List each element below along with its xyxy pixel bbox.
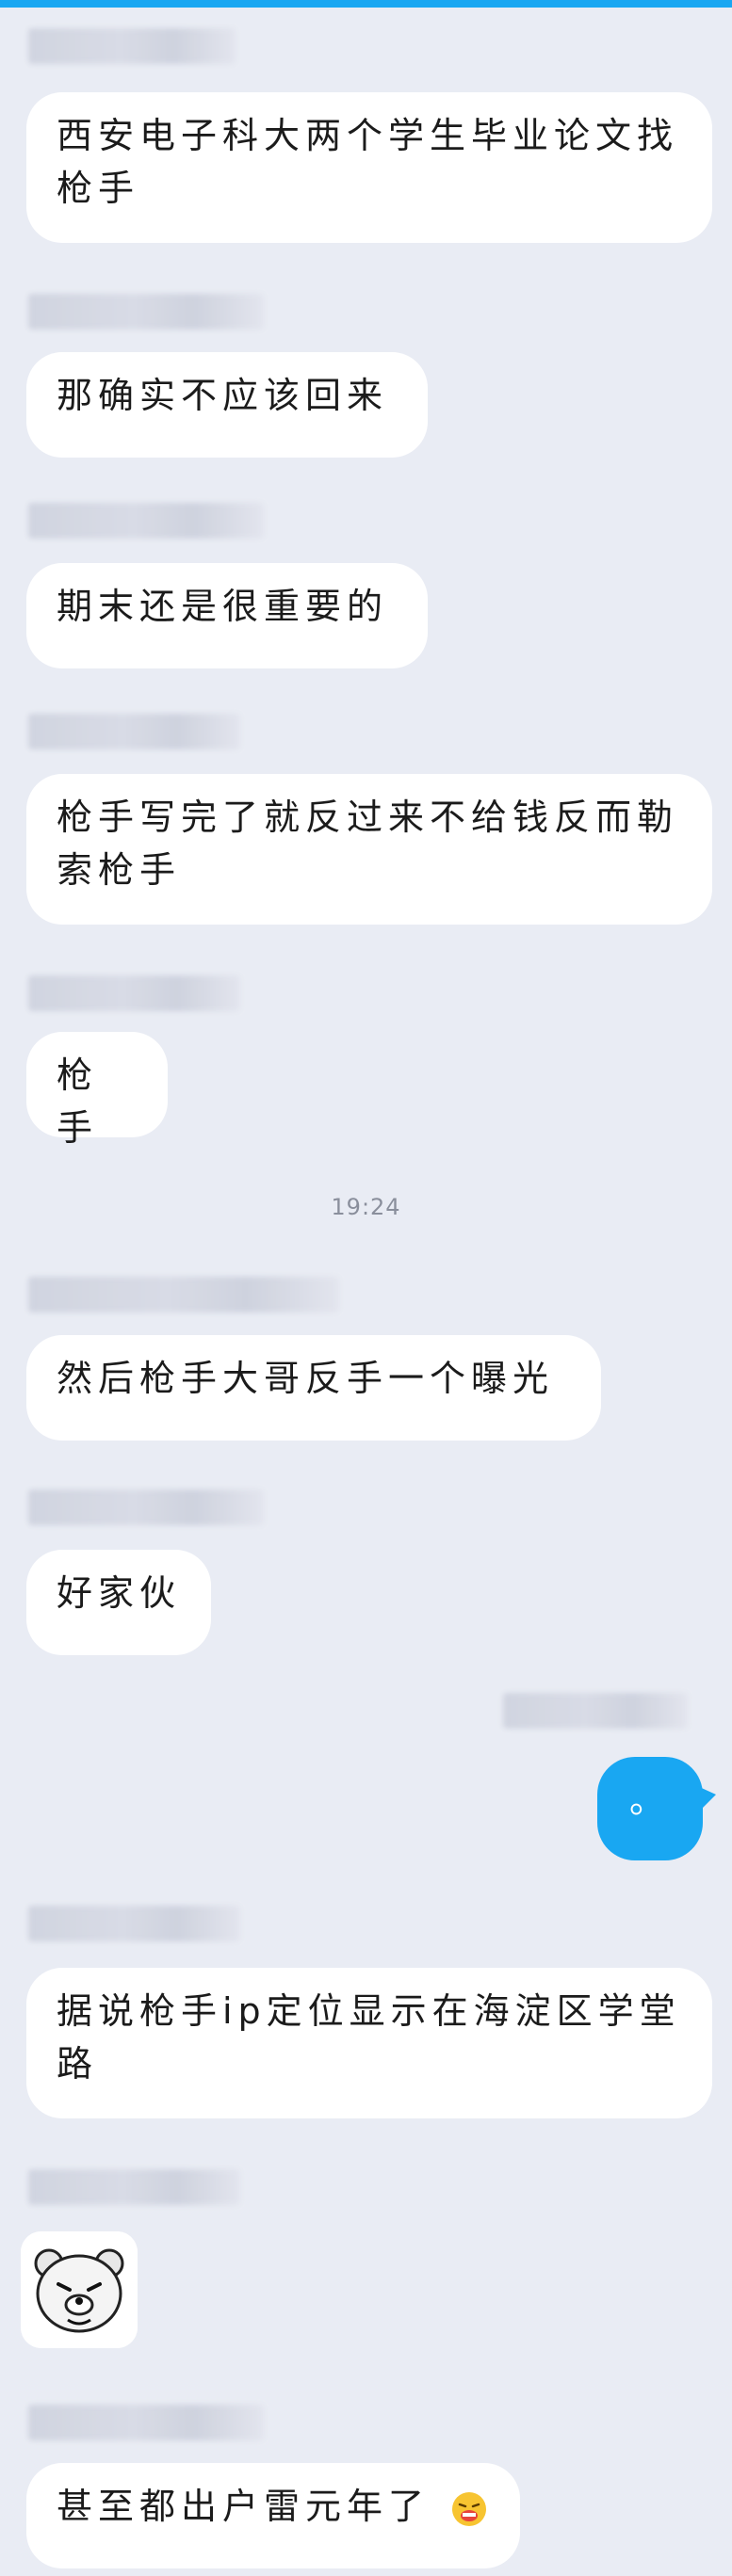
chat-bubble-incoming[interactable]: 那确实不应该回来 [26, 352, 428, 458]
message-text: 好家伙 [57, 1572, 182, 1614]
chat-bubble-incoming[interactable]: 据说枪手ip定位显示在海淀区学堂路 [26, 1968, 712, 2118]
grimace-emoji-icon [452, 2491, 487, 2526]
sender-name-blurred [28, 2169, 240, 2205]
chat-bubble-incoming[interactable]: 枪手写完了就反过来不给钱反而勒索枪手 [26, 774, 712, 925]
message-text: 那确实不应该回来 [57, 375, 389, 416]
message-text: 期末还是很重要的 [57, 586, 389, 627]
message-text: 甚至都出户雷元年了 [57, 2486, 431, 2527]
chat-message-list[interactable]: 西安电子科大两个学生毕业论文找枪手 那确实不应该回来 期末还是很重要的 枪手写完… [0, 0, 732, 2576]
sender-name-blurred [28, 1277, 339, 1312]
sender-name-blurred [28, 2405, 264, 2440]
message-text: 。 [628, 1779, 671, 1821]
chat-bubble-incoming[interactable]: 枪手 [26, 1032, 168, 1149]
chat-bubble-incoming[interactable]: 然后枪手大哥反手一个曝光 [26, 1335, 601, 1441]
chat-bubble-incoming[interactable]: 西安电子科大两个学生毕业论文找枪手 [26, 92, 712, 243]
message-text: 枪手 [57, 1055, 99, 1149]
sender-name-blurred [28, 975, 240, 1011]
chat-bubble-incoming[interactable]: 甚至都出户雷元年了 [26, 2463, 520, 2568]
chat-bubble-outgoing[interactable]: 。 [597, 1757, 716, 1860]
time-divider: 19:24 [331, 1194, 401, 1220]
bear-face-icon [21, 2231, 138, 2348]
sender-name-blurred [28, 1906, 240, 1941]
bear-face-sticker[interactable] [21, 2231, 138, 2348]
self-name-blurred [503, 1693, 688, 1729]
sender-name-blurred [28, 294, 264, 330]
sender-name-blurred [28, 28, 236, 64]
sender-name-blurred [28, 503, 264, 539]
message-text: 枪手写完了就反过来不给钱反而勒索枪手 [57, 797, 679, 891]
sender-name-blurred [28, 714, 240, 749]
chat-bubble-incoming[interactable]: 好家伙 [26, 1550, 211, 1655]
message-text: 西安电子科大两个学生毕业论文找枪手 [57, 115, 679, 209]
chat-bubble-incoming[interactable]: 期末还是很重要的 [26, 563, 428, 668]
sender-name-blurred [28, 1489, 264, 1525]
message-text: 然后枪手大哥反手一个曝光 [57, 1358, 555, 1399]
message-text: 据说枪手ip定位显示在海淀区学堂路 [57, 1990, 681, 2085]
